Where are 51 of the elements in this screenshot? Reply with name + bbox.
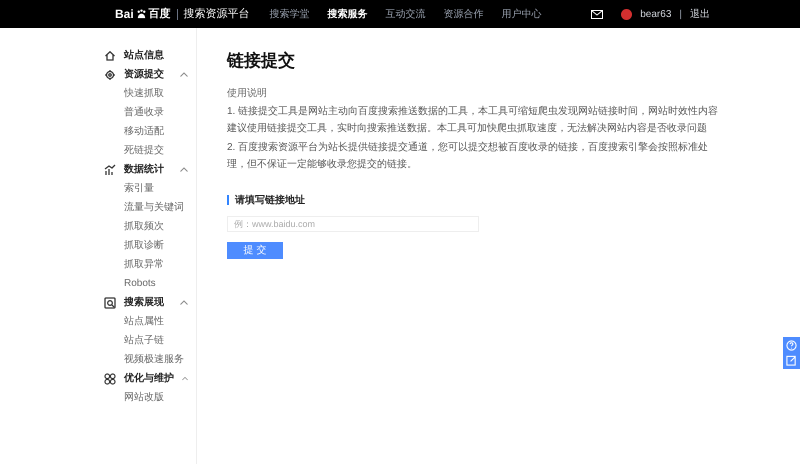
logout-link[interactable]: 退出 — [690, 6, 710, 22]
avatar[interactable] — [621, 8, 632, 20]
sidebar-item[interactable]: 索引量 — [124, 181, 154, 196]
sidebar-group[interactable]: 站点信息 — [124, 48, 164, 63]
nav-link[interactable]: 资源合作 — [444, 6, 484, 22]
sidebar-item[interactable]: 流量与关键词 — [124, 200, 184, 215]
sidebar-group[interactable]: 数据统计 — [124, 162, 164, 177]
mail-icon[interactable] — [591, 10, 604, 18]
logo-text: 百度 — [148, 6, 171, 22]
sidebar-item[interactable]: 快速抓取 — [124, 86, 164, 101]
url-input-field[interactable]: 例：www.baidu.com — [227, 216, 479, 232]
sidebar-item[interactable]: 站点属性 — [124, 314, 164, 329]
sidebar-item[interactable]: 死链提交 — [124, 143, 164, 158]
sidebar-group[interactable]: 搜索展现 — [124, 295, 164, 310]
username[interactable]: bear63 — [640, 6, 672, 22]
sidebar-item[interactable]: 视频极速服务 — [124, 352, 184, 367]
sidebar-group[interactable]: 优化与维护 — [124, 371, 174, 386]
nav-link[interactable]: 用户中心 — [502, 6, 542, 22]
sidebar-item[interactable]: 抓取频次 — [124, 219, 164, 234]
caret-icon[interactable] — [180, 300, 188, 305]
instruction-text: 2. 百度搜索资源平台为站长提供链接提交通道，您可以提交想被百度收录的链接，百度搜索引擎会按照标准处理，但不保证一定能够收录您提交的链接。 — [227, 140, 710, 172]
clover-icon — [104, 372, 116, 384]
instruction-text: 1. 链接提交工具是网站主动向百度搜索推送数据的工具，本工具可缩短爬虫发现网站链接时间，网站时效性内容建议使用链接提交工具，实时向搜索推送数据。本工具可加快爬虫抓取速度，无法解决网站内容是否收录问题 — [227, 104, 720, 136]
home-icon — [104, 50, 116, 62]
sidebar-item[interactable]: 抓取诊断 — [124, 238, 164, 253]
edit-icon[interactable] — [786, 355, 797, 366]
separator: | — [679, 8, 682, 22]
sidebar-group[interactable]: 资源提交 — [124, 67, 164, 82]
sidebar-item[interactable]: 抓取异常 — [124, 257, 164, 272]
nav-link[interactable]: 互动交流 — [386, 6, 426, 22]
sidebar-item[interactable]: Robots — [124, 276, 156, 291]
logo-text: Bai — [115, 6, 134, 23]
platform-title: 搜索资源平台 — [184, 6, 250, 22]
caret-icon[interactable] — [182, 376, 188, 381]
sidebar-item[interactable]: 站点子链 — [124, 333, 164, 348]
field-label: 请填写链接地址 — [235, 194, 305, 208]
paw-icon — [136, 8, 147, 20]
page-title: 链接提交 — [227, 50, 296, 72]
nav-link[interactable]: 搜索服务 — [328, 6, 368, 22]
usage-heading: 使用说明 — [227, 86, 268, 100]
submit-button[interactable]: 提 交 — [227, 242, 283, 258]
sidebar-item[interactable]: 网站改版 — [124, 390, 164, 405]
question-icon[interactable] — [786, 340, 797, 351]
sidebar-item[interactable]: 移动适配 — [124, 124, 164, 139]
sidebar-item[interactable]: 普通收录 — [124, 105, 164, 120]
nav-link[interactable]: 搜索学堂 — [270, 6, 310, 22]
caret-icon[interactable] — [180, 167, 188, 172]
chart-icon — [104, 164, 116, 176]
caret-icon[interactable] — [180, 72, 188, 77]
search-icon — [104, 296, 116, 308]
label-marker — [227, 195, 229, 205]
